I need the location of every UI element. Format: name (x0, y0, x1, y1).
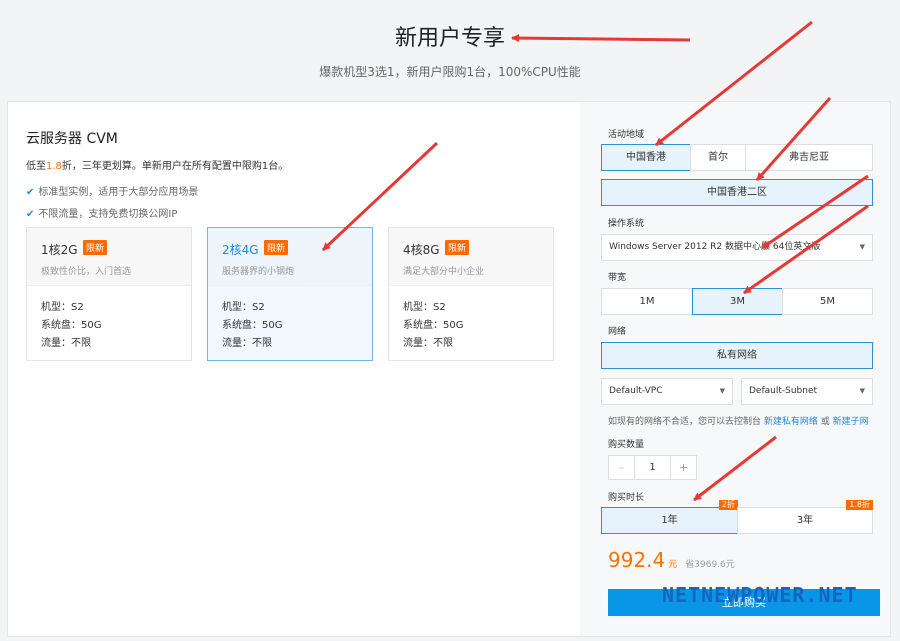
feature-item: ✔ 不限流量，支持免费切换公网IP (26, 205, 177, 220)
spec-model: 机型：S2 (222, 302, 265, 313)
bandwidth-1m-button[interactable]: 1M (601, 288, 693, 315)
new-user-badge: 限新 (264, 240, 289, 255)
spec-model: 机型：S2 (403, 302, 446, 313)
bandwidth-5m-button[interactable]: 5M (782, 288, 873, 315)
spec-subtitle: 极致性价比，入门首选 (41, 267, 132, 277)
duration-3y-button[interactable]: 3年 1.8折 (737, 500, 873, 534)
price-display: 992.4 元省3969.6元 (608, 548, 735, 572)
spec-traffic: 流量：不限 (41, 338, 91, 349)
check-icon: ✔ (26, 187, 35, 198)
spec-disk: 系统盘：50G (41, 320, 102, 331)
note-or: 或 (817, 417, 833, 427)
spec-traffic: 流量：不限 (222, 338, 272, 349)
price-currency: 元 (668, 560, 678, 570)
quantity-label: 购买数量 (608, 440, 645, 450)
caret-down-icon: ▼ (859, 243, 865, 251)
caret-down-icon: ▼ (719, 387, 725, 395)
discount-badge: 2折 (718, 500, 738, 510)
page-title: 新用户专享 (394, 26, 505, 51)
region-label: 活动地域 (608, 130, 645, 140)
discount-badge: 1.8折 (846, 500, 873, 510)
page-subtitle: 爆款机型3选1，新用户限购1台，100%CPU性能 (319, 65, 581, 79)
increment-button[interactable]: + (670, 456, 696, 479)
price-saving: 省3969.6元 (685, 560, 735, 570)
os-select[interactable]: Windows Server 2012 R2 数据中心版 64位英文版 ▼ (601, 234, 873, 261)
spec-disk: 系统盘：50G (403, 320, 464, 331)
network-note: 如现有的网络不合适，您可以去控制台 新建私有网络 或 新建子网 (608, 414, 869, 427)
duration-1y-button[interactable]: 1年 2折 (601, 500, 738, 534)
subnet-select[interactable]: Default-Subnet ▼ (741, 378, 873, 405)
region-virginia-button[interactable]: 弗吉尼亚 (745, 144, 873, 171)
spec-header: 2核4G 限新 服务器界的小钢炮 (208, 228, 372, 286)
zone-button[interactable]: 中国香港二区 (601, 179, 873, 206)
feature-text: 不限流量，支持免费切换公网IP (38, 209, 178, 220)
create-subnet-link[interactable]: 新建子网 (833, 417, 869, 427)
spec-header: 1核2G 限新 极致性价比，入门首选 (27, 228, 191, 286)
product-card: 云服务器 CVM 低至1.8折，三年更划算。单新用户在所有配置中限购1台。 ✔ 标… (7, 101, 891, 637)
vpc-select[interactable]: Default-VPC ▼ (601, 378, 733, 405)
region-hongkong-button[interactable]: 中国香港 (601, 144, 691, 171)
hero: 新用户专享 爆款机型3选1，新用户限购1台，100%CPU性能 (0, 0, 900, 100)
duration-label-text: 1年 (661, 515, 678, 526)
spec-card-4c8g[interactable]: 4核8G 限新 满足大部分中小企业 机型：S2 系统盘：50G 流量：不限 (388, 227, 554, 361)
spec-name: 1核2G (41, 243, 78, 257)
spec-subtitle: 满足大部分中小企业 (403, 267, 485, 277)
product-panel: 云服务器 CVM 低至1.8折，三年更划算。单新用户在所有配置中限购1台。 ✔ 标… (8, 102, 580, 636)
os-select-value: Windows Server 2012 R2 数据中心版 64位英文版 (609, 242, 821, 252)
subnet-select-value: Default-Subnet (749, 386, 818, 396)
quantity-stepper: – 1 + (608, 455, 697, 480)
duration-label: 购买时长 (608, 493, 645, 503)
spec-model: 机型：S2 (41, 302, 84, 313)
spec-card-2c4g[interactable]: 2核4G 限新 服务器界的小钢炮 机型：S2 系统盘：50G 流量：不限 (207, 227, 373, 361)
config-panel: 活动地域 中国香港 首尔 弗吉尼亚 中国香港二区 操作系统 Windows Se… (580, 102, 890, 636)
feature-text: 标准型实例，适用于大部分应用场景 (38, 187, 199, 198)
bandwidth-3m-button[interactable]: 3M (692, 288, 783, 315)
feature-item: ✔ 标准型实例，适用于大部分应用场景 (26, 183, 198, 198)
vpc-select-value: Default-VPC (609, 386, 663, 396)
duration-label-text: 3年 (796, 515, 814, 526)
region-seoul-button[interactable]: 首尔 (690, 144, 746, 171)
os-label: 操作系统 (608, 219, 645, 229)
spec-card-1c2g[interactable]: 1核2G 限新 极致性价比，入门首选 机型：S2 系统盘：50G 流量：不限 (26, 227, 192, 361)
spec-name: 2核4G (222, 243, 259, 257)
price-amount: 992.4 (608, 548, 666, 572)
spec-name: 4核8G (403, 243, 440, 257)
note-text: 如现有的网络不合适，您可以去控制台 (608, 417, 764, 427)
product-title: 云服务器 CVM (26, 131, 118, 147)
bandwidth-label: 带宽 (608, 273, 627, 283)
spec-traffic: 流量：不限 (403, 338, 453, 349)
new-user-badge: 限新 (83, 240, 108, 255)
decrement-button[interactable]: – (609, 456, 635, 479)
quantity-input[interactable]: 1 (636, 456, 669, 479)
desc-prefix: 低至 (26, 161, 46, 172)
desc-discount: 1.8 (46, 161, 62, 172)
product-description: 低至1.8折，三年更划算。单新用户在所有配置中限购1台。 (26, 157, 288, 172)
desc-suffix: 折，三年更划算。单新用户在所有配置中限购1台。 (61, 161, 289, 172)
caret-down-icon: ▼ (859, 387, 865, 395)
spec-disk: 系统盘：50G (222, 320, 283, 331)
spec-header: 4核8G 限新 满足大部分中小企业 (389, 228, 553, 286)
create-vpc-link[interactable]: 新建私有网络 (764, 417, 818, 427)
check-icon: ✔ (26, 209, 35, 220)
network-button[interactable]: 私有网络 (601, 342, 873, 369)
watermark: NETNEWPOWER.NET (662, 583, 858, 607)
spec-subtitle: 服务器界的小钢炮 (222, 267, 295, 277)
new-user-badge: 限新 (445, 240, 470, 255)
network-label: 网络 (608, 327, 627, 337)
